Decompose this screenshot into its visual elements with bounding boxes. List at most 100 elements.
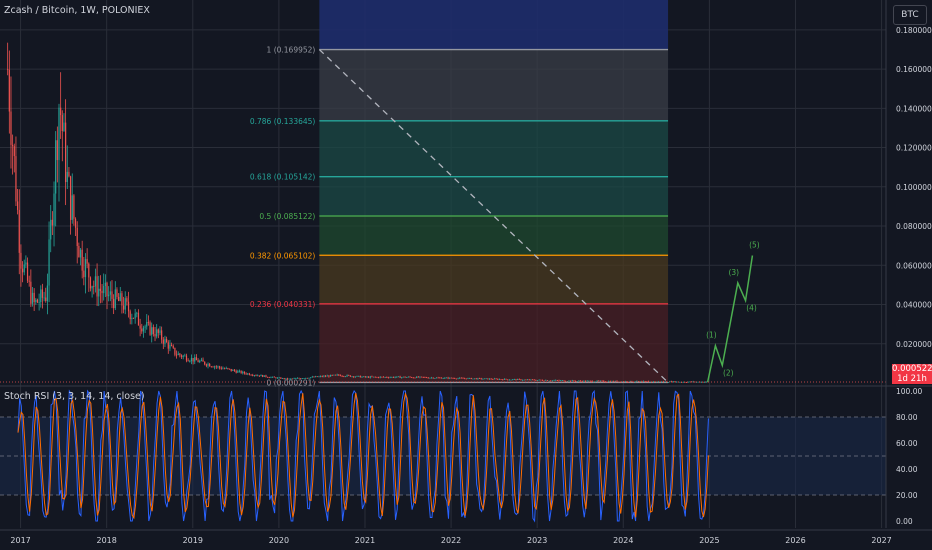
- candle-body: [583, 380, 585, 382]
- candle-body: [306, 377, 308, 379]
- time-axis-tick: 2022: [441, 536, 461, 545]
- candle-body: [374, 376, 376, 378]
- candle-body: [421, 376, 423, 378]
- candle-body: [545, 380, 547, 382]
- candle-body: [324, 375, 327, 377]
- candle-body: [212, 366, 214, 368]
- candle-body: [177, 353, 179, 356]
- candle-body: [131, 317, 133, 320]
- candle-body: [139, 325, 141, 329]
- time-axis-tick: 2019: [183, 536, 203, 545]
- candle-body: [356, 375, 358, 377]
- candle-body: [15, 156, 17, 202]
- candle-body: [310, 377, 312, 379]
- candle-body: [103, 285, 105, 294]
- candle-body: [369, 376, 371, 378]
- candle-body: [555, 380, 557, 381]
- candle-body: [127, 301, 130, 312]
- candle-body: [424, 377, 426, 379]
- symbol-title[interactable]: Zcash / Bitcoin, 1W, POLONIEX: [4, 5, 150, 16]
- candle-body: [152, 327, 154, 335]
- candle-body: [338, 374, 340, 376]
- candle-body: [86, 259, 88, 264]
- candle-body: [204, 361, 206, 365]
- candle-body: [45, 297, 47, 301]
- candle-body: [116, 289, 118, 297]
- candle-body: [561, 380, 563, 382]
- candle-body: [60, 107, 62, 116]
- candle-body: [440, 377, 443, 379]
- candle-body: [331, 374, 333, 376]
- candle-body: [209, 363, 211, 367]
- candle-body: [690, 381, 693, 383]
- candle-body: [406, 377, 408, 378]
- candle-body: [522, 380, 524, 381]
- time-axis-tick: 2018: [97, 536, 117, 545]
- candle-body: [114, 289, 116, 309]
- candle-body: [159, 330, 161, 333]
- candle-body: [429, 377, 431, 379]
- candle-body: [551, 380, 554, 382]
- candle-body: [280, 377, 282, 379]
- candle-body: [349, 375, 352, 377]
- candle-body: [329, 374, 332, 377]
- candle-body: [180, 355, 183, 357]
- candle-body: [449, 377, 451, 379]
- candle-body: [543, 380, 545, 382]
- candle-body: [470, 377, 472, 380]
- candle-body: [392, 376, 395, 378]
- candle-body: [303, 378, 305, 380]
- chart-area[interactable]: 1 (0.169952) 0.786 (0.133645) 0.618 (0.105…: [0, 0, 932, 550]
- candle-body: [126, 298, 128, 302]
- candle-body: [301, 378, 303, 380]
- candle-body: [359, 375, 361, 378]
- price-axis-tick: 0.140000: [896, 104, 932, 113]
- candle-body: [366, 376, 368, 378]
- candle-body: [520, 379, 522, 381]
- candle-body: [142, 327, 145, 332]
- candle-body: [238, 370, 241, 372]
- candle-body: [134, 313, 136, 319]
- wave-label: (2): [723, 368, 734, 377]
- candle-body: [652, 381, 655, 383]
- candle-body: [495, 378, 497, 380]
- candle-body: [508, 379, 510, 381]
- candle-body: [584, 380, 587, 382]
- candle-body: [515, 379, 517, 381]
- candle-body: [427, 377, 429, 379]
- currency-button[interactable]: BTC: [893, 5, 927, 25]
- candle-body: [253, 375, 255, 377]
- time-axis-tick: 2027: [871, 536, 891, 545]
- candle-body: [417, 376, 419, 378]
- fib-zone: [319, 120, 669, 177]
- candle-body: [603, 380, 605, 382]
- candle-body: [237, 371, 239, 373]
- candle-body: [275, 377, 277, 379]
- rsi-axis-tick: 80.00: [896, 413, 918, 422]
- candle-body: [210, 366, 212, 368]
- candle-body: [397, 376, 400, 378]
- candle-body: [348, 375, 350, 376]
- candle-body: [230, 368, 232, 371]
- candle-body: [627, 381, 630, 383]
- candle-body: [586, 380, 588, 382]
- candle-body: [169, 344, 171, 349]
- rsi-axis-tick: 100.00: [896, 387, 922, 396]
- candle-body: [56, 140, 58, 161]
- candle-body: [262, 375, 264, 377]
- last-price-tag: 0.000522 1d 21h: [892, 364, 932, 384]
- candle-body: [467, 378, 469, 379]
- candle-body: [315, 376, 317, 378]
- candle-body: [190, 357, 193, 361]
- candle-body: [313, 376, 315, 378]
- candle-body: [40, 289, 42, 303]
- stoch-rsi-title[interactable]: Stoch RSI (3, 3, 14, 14, close): [4, 391, 145, 402]
- rsi-axis-tick: 40.00: [896, 465, 918, 474]
- candle-body: [445, 377, 448, 379]
- candle-body: [111, 291, 113, 299]
- wave-label: (5): [749, 240, 760, 249]
- candle-body: [414, 377, 416, 379]
- candle-body: [472, 378, 474, 380]
- candle-body: [465, 378, 467, 380]
- candle-body: [646, 381, 648, 383]
